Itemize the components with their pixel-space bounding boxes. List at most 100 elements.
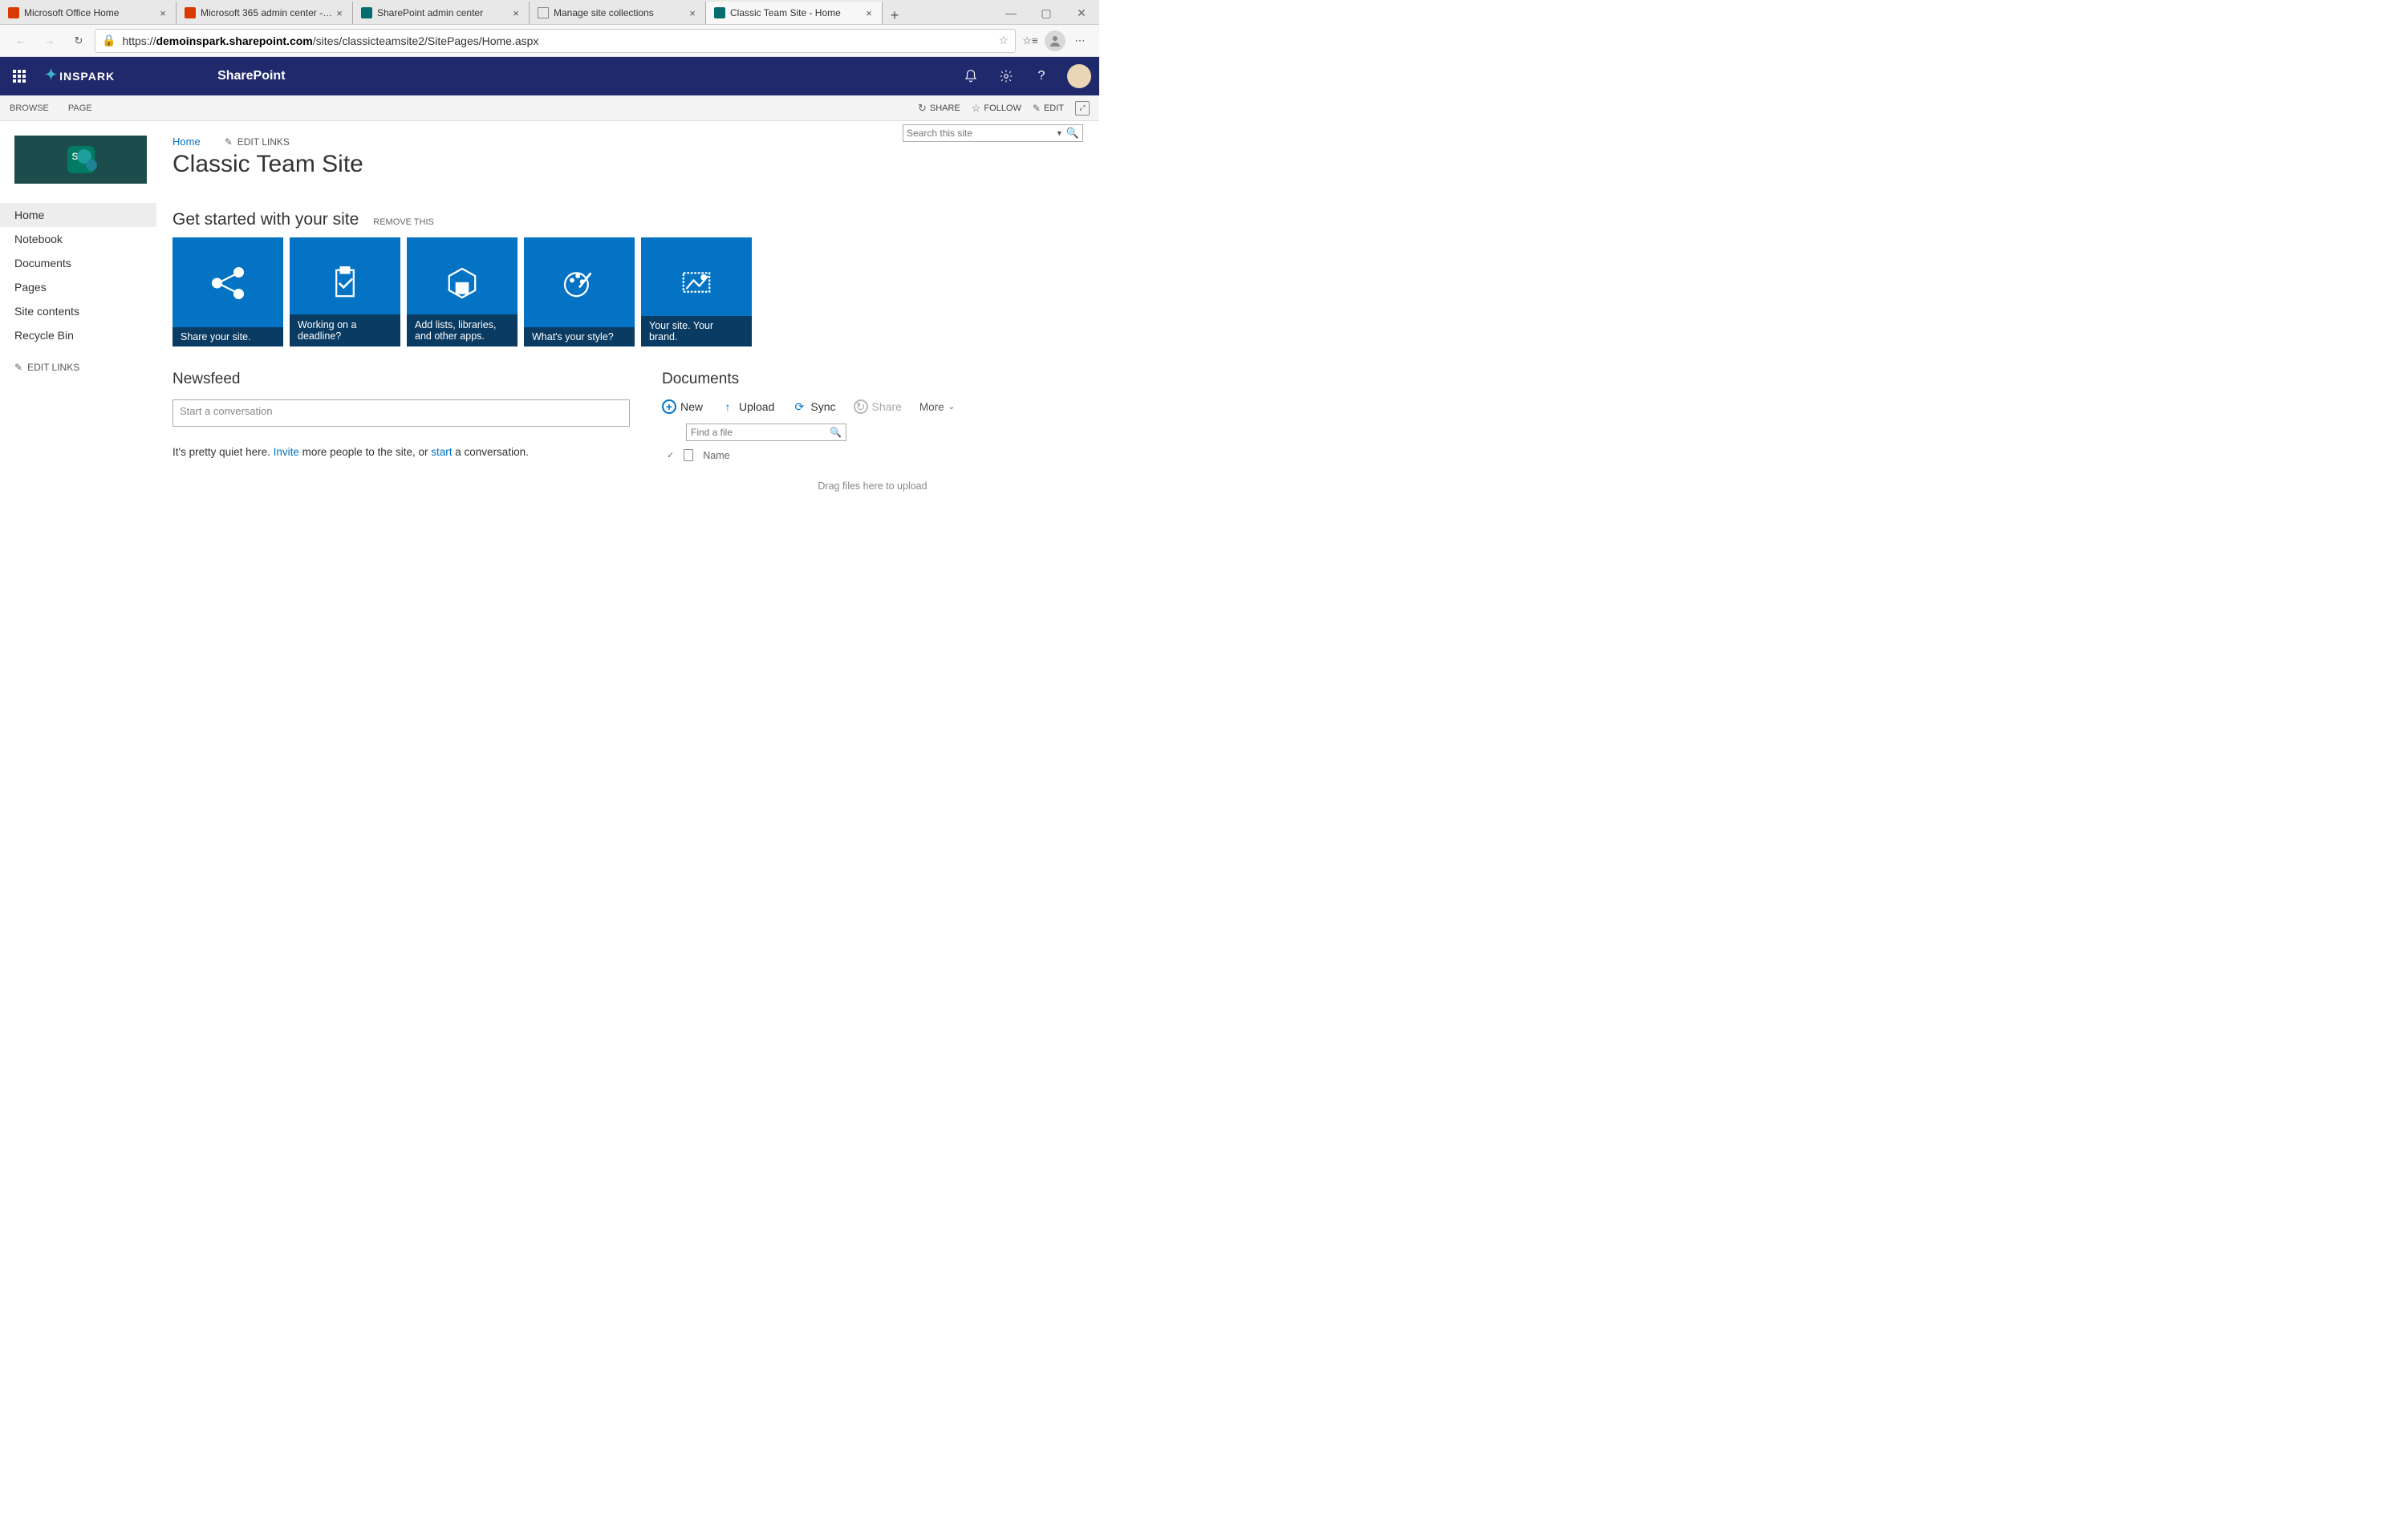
search-input[interactable] bbox=[907, 128, 1056, 139]
star-icon: ☆ bbox=[972, 102, 981, 115]
start-link[interactable]: start bbox=[431, 446, 452, 458]
main-content: ▼ 🔍 Home EDIT LINKS Classic Team Site Ge… bbox=[156, 121, 1099, 506]
spark-icon: ✦ bbox=[45, 67, 58, 83]
window-close-button[interactable]: ✕ bbox=[1064, 2, 1099, 24]
share-button[interactable]: ↻SHARE bbox=[918, 102, 960, 115]
notifications-button[interactable] bbox=[953, 57, 988, 95]
back-button[interactable]: ← bbox=[8, 28, 34, 54]
sharepoint-icon bbox=[361, 7, 372, 18]
nav-pages[interactable]: Pages bbox=[0, 275, 156, 299]
lock-icon: 🔒 bbox=[102, 34, 116, 47]
breadcrumb-edit-links[interactable]: EDIT LINKS bbox=[225, 136, 290, 148]
window-maximize-button[interactable]: ▢ bbox=[1029, 2, 1064, 24]
close-icon[interactable]: × bbox=[156, 6, 169, 19]
close-icon[interactable]: × bbox=[333, 6, 346, 19]
page-icon bbox=[538, 7, 549, 18]
chevron-down-icon[interactable]: ▼ bbox=[1056, 129, 1063, 137]
name-column-header[interactable]: Name bbox=[703, 450, 729, 461]
reading-list-icon[interactable]: ☆≡ bbox=[1019, 30, 1041, 52]
remove-this-button[interactable]: REMOVE THIS bbox=[373, 217, 434, 227]
find-file-input[interactable] bbox=[691, 427, 830, 438]
drag-drop-hint: Drag files here to upload bbox=[662, 480, 1083, 492]
pencil-icon bbox=[1033, 102, 1041, 114]
get-started-heading: Get started with your site bbox=[173, 210, 359, 229]
app-launcher-button[interactable] bbox=[0, 57, 39, 95]
profile-button[interactable] bbox=[1045, 30, 1065, 51]
suite-bar: ✦ INSPARK SharePoint ? bbox=[0, 57, 1099, 95]
ribbon-tab-browse[interactable]: BROWSE bbox=[10, 103, 49, 113]
plus-circle-icon: + bbox=[662, 399, 676, 414]
newsfeed-heading: Newsfeed bbox=[173, 371, 630, 388]
user-avatar[interactable] bbox=[1067, 64, 1091, 88]
url-field[interactable]: 🔒 https://demoinspark.sharepoint.com/sit… bbox=[95, 29, 1016, 53]
tile-share-site[interactable]: Share your site. bbox=[173, 237, 283, 346]
tile-caption: What's your style? bbox=[524, 327, 635, 346]
browser-tab-strip: Microsoft Office Home × Microsoft 365 ad… bbox=[0, 0, 1099, 25]
admin-icon bbox=[185, 7, 196, 18]
tenant-logo[interactable]: ✦ INSPARK bbox=[39, 68, 121, 85]
refresh-button[interactable]: ↻ bbox=[66, 28, 91, 54]
tab-title: Manage site collections bbox=[554, 7, 686, 18]
file-type-icon bbox=[684, 449, 693, 461]
upload-button[interactable]: ↑Upload bbox=[720, 399, 774, 414]
forward-button[interactable]: → bbox=[37, 28, 63, 54]
search-icon[interactable]: 🔍 bbox=[830, 427, 842, 438]
tile-caption: Working on a deadline? bbox=[290, 314, 400, 346]
window-minimize-button[interactable]: — bbox=[993, 2, 1029, 24]
url-text: https://demoinspark.sharepoint.com/sites… bbox=[122, 34, 992, 47]
tile-caption: Share your site. bbox=[173, 327, 283, 346]
waffle-icon bbox=[13, 70, 26, 83]
browser-tab[interactable]: SharePoint admin center × bbox=[353, 2, 530, 24]
newsfeed-section: Newsfeed Start a conversation It's prett… bbox=[173, 371, 630, 492]
follow-button[interactable]: ☆FOLLOW bbox=[972, 102, 1021, 115]
tile-deadline[interactable]: Working on a deadline? bbox=[290, 237, 400, 346]
tile-brand[interactable]: Your site. Your brand. bbox=[641, 237, 752, 346]
invite-link[interactable]: Invite bbox=[274, 446, 299, 458]
tile-caption: Your site. Your brand. bbox=[641, 316, 752, 346]
close-icon[interactable]: × bbox=[686, 6, 699, 19]
site-logo[interactable] bbox=[14, 136, 147, 184]
documents-toolbar: +New ↑Upload ⟳Sync ↻Share More⌄ bbox=[662, 399, 1083, 414]
nav-edit-links[interactable]: EDIT LINKS bbox=[0, 362, 156, 373]
nav-notebook[interactable]: Notebook bbox=[0, 227, 156, 251]
edit-button[interactable]: EDIT bbox=[1033, 102, 1064, 114]
help-button[interactable]: ? bbox=[1024, 57, 1059, 95]
tab-title: SharePoint admin center bbox=[377, 7, 509, 18]
tile-style[interactable]: What's your style? bbox=[524, 237, 635, 346]
share-network-icon bbox=[173, 257, 283, 310]
more-icon[interactable]: ⋯ bbox=[1069, 30, 1091, 52]
close-icon[interactable]: × bbox=[863, 6, 875, 19]
sync-icon: ⟳ bbox=[792, 399, 806, 414]
nav-recycle-bin[interactable]: Recycle Bin bbox=[0, 323, 156, 347]
new-button[interactable]: +New bbox=[662, 399, 703, 414]
ribbon: BROWSE PAGE ↻SHARE ☆FOLLOW EDIT ⤢ bbox=[0, 95, 1099, 121]
conversation-input[interactable]: Start a conversation bbox=[173, 399, 630, 427]
check-icon[interactable]: ✓ bbox=[667, 450, 674, 460]
browser-tab[interactable]: Microsoft Office Home × bbox=[0, 2, 177, 24]
find-file-box[interactable]: 🔍 bbox=[686, 424, 846, 441]
site-search[interactable]: ▼ 🔍 bbox=[903, 124, 1083, 142]
tile-add-apps[interactable]: Add lists, libraries, and other apps. bbox=[407, 237, 518, 346]
ribbon-tab-page[interactable]: PAGE bbox=[68, 103, 92, 113]
sync-button[interactable]: ⟳Sync bbox=[792, 399, 835, 414]
breadcrumb-home[interactable]: Home bbox=[173, 136, 201, 148]
pencil-icon bbox=[225, 136, 233, 148]
settings-button[interactable] bbox=[988, 57, 1024, 95]
nav-home[interactable]: Home bbox=[0, 203, 156, 227]
search-icon[interactable]: 🔍 bbox=[1066, 127, 1079, 140]
left-column: Home Notebook Documents Pages Site conte… bbox=[0, 121, 156, 506]
new-tab-button[interactable]: + bbox=[883, 7, 907, 24]
browser-tab-active[interactable]: Classic Team Site - Home × bbox=[706, 2, 883, 24]
favorite-icon[interactable]: ☆ bbox=[998, 34, 1009, 47]
close-icon[interactable]: × bbox=[509, 6, 522, 19]
browser-tab[interactable]: Microsoft 365 admin center - M… × bbox=[177, 2, 353, 24]
share-button-disabled: ↻Share bbox=[854, 399, 902, 414]
tab-title: Microsoft Office Home bbox=[24, 7, 156, 18]
focus-button[interactable]: ⤢ bbox=[1075, 101, 1090, 116]
documents-heading: Documents bbox=[662, 371, 1083, 388]
documents-list-header: ✓ Name bbox=[667, 449, 1083, 461]
nav-documents[interactable]: Documents bbox=[0, 251, 156, 275]
browser-tab[interactable]: Manage site collections × bbox=[530, 2, 706, 24]
nav-site-contents[interactable]: Site contents bbox=[0, 299, 156, 323]
more-button[interactable]: More⌄ bbox=[919, 401, 955, 413]
